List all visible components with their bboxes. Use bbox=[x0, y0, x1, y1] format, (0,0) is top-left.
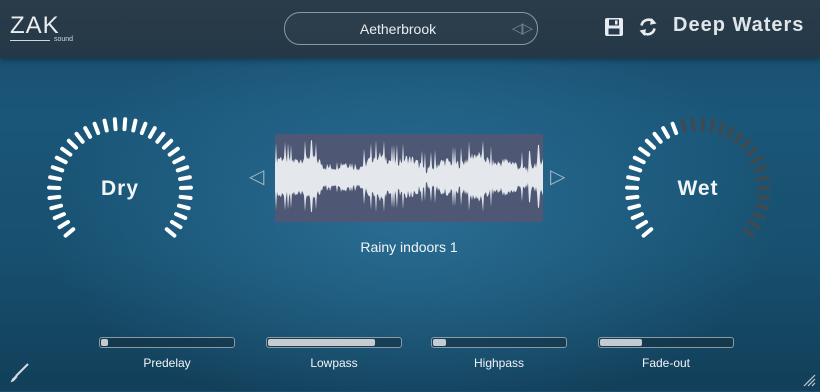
slider-fill bbox=[268, 339, 375, 346]
top-bar: ZAK sound Aetherbrook ◁▷ Deep Waters bbox=[0, 0, 820, 58]
brush-icon[interactable] bbox=[8, 362, 30, 384]
sample-next-icon[interactable]: ▷ bbox=[550, 164, 565, 189]
knob-tick bbox=[77, 134, 83, 142]
knob-tick bbox=[167, 229, 175, 235]
product-title: Deep Waters bbox=[673, 14, 804, 37]
slider-fill bbox=[101, 339, 108, 346]
preset-selector[interactable]: Aetherbrook ◁▷ bbox=[284, 12, 538, 45]
knob-tick bbox=[673, 124, 677, 133]
knob-tick bbox=[164, 141, 171, 148]
resize-handle-icon[interactable] bbox=[800, 371, 816, 387]
highpass-label: Highpass bbox=[431, 356, 567, 370]
knob-tick bbox=[174, 158, 183, 163]
slider-track bbox=[598, 337, 734, 348]
knob-tick bbox=[640, 149, 648, 155]
knob-tick bbox=[133, 121, 135, 131]
knob-tick bbox=[172, 222, 181, 227]
knob-tick bbox=[178, 167, 187, 170]
logo-text: ZAK bbox=[10, 14, 60, 38]
predelay-label: Predelay bbox=[99, 356, 235, 370]
knob-tick bbox=[720, 124, 724, 133]
knob-tick bbox=[757, 206, 767, 209]
knob-tick bbox=[85, 128, 90, 137]
wet-knob[interactable]: Wet bbox=[623, 115, 773, 265]
save-icon[interactable] bbox=[603, 16, 625, 38]
knob-tick bbox=[55, 214, 64, 218]
knob-tick bbox=[170, 149, 178, 155]
knob-tick bbox=[644, 229, 652, 235]
slider-fill bbox=[433, 339, 446, 346]
lowpass-label: Lowpass bbox=[266, 356, 402, 370]
knob-tick bbox=[655, 134, 661, 142]
lowpass-slider[interactable] bbox=[266, 337, 402, 347]
knob-tick bbox=[142, 124, 146, 133]
knob-tick bbox=[157, 134, 163, 142]
waveform-display bbox=[275, 134, 543, 222]
knob-tick bbox=[754, 214, 763, 218]
preset-name[interactable]: Aetherbrook bbox=[285, 21, 511, 37]
sample-name: Rainy indoors 1 bbox=[275, 239, 543, 255]
knob-tick bbox=[629, 206, 639, 209]
knob-tick bbox=[60, 222, 69, 227]
knob-tick bbox=[105, 121, 107, 131]
sample-prev-icon[interactable]: ◁ bbox=[249, 164, 264, 189]
knob-tick bbox=[124, 119, 125, 129]
waveform-graphic bbox=[275, 134, 543, 222]
knob-tick bbox=[179, 206, 189, 209]
knob-tick bbox=[69, 141, 76, 148]
dry-knob[interactable]: Dry bbox=[45, 115, 195, 265]
preset-next-icon[interactable]: ▷ bbox=[521, 20, 531, 37]
knob-tick bbox=[728, 128, 733, 137]
knob-tick bbox=[663, 128, 668, 137]
knob-tick bbox=[647, 141, 654, 148]
knob-tick bbox=[748, 149, 756, 155]
slider-track bbox=[266, 337, 402, 348]
knob-tick bbox=[745, 229, 753, 235]
preset-nav: ◁▷ bbox=[512, 19, 531, 37]
predelay-slider[interactable] bbox=[99, 337, 235, 347]
knob-tick bbox=[711, 121, 713, 131]
knob-tick bbox=[735, 134, 741, 142]
knob-tick bbox=[66, 229, 74, 235]
knob-tick bbox=[638, 222, 647, 227]
wet-knob-label: Wet bbox=[623, 177, 773, 201]
knob-tick bbox=[57, 158, 66, 163]
slider-track bbox=[99, 337, 235, 348]
knob-tick bbox=[742, 141, 749, 148]
slider-track bbox=[431, 337, 567, 348]
knob-tick bbox=[51, 206, 61, 209]
knob-tick bbox=[176, 214, 185, 218]
fade-out-slider[interactable] bbox=[598, 337, 734, 347]
dry-knob-label: Dry bbox=[45, 177, 195, 201]
knob-tick bbox=[693, 119, 694, 129]
knob-tick bbox=[750, 222, 759, 227]
knob-tick bbox=[702, 119, 703, 129]
highpass-slider[interactable] bbox=[431, 337, 567, 347]
logo-underline bbox=[10, 40, 50, 41]
knob-tick bbox=[683, 121, 685, 131]
knob-tick bbox=[635, 158, 644, 163]
refresh-icon[interactable] bbox=[637, 16, 659, 38]
fade-out-label: Fade-out bbox=[598, 356, 734, 370]
knob-tick bbox=[150, 128, 155, 137]
knob-tick bbox=[631, 167, 640, 170]
knob-tick bbox=[115, 119, 116, 129]
logo-subtext: sound bbox=[54, 36, 73, 43]
knob-tick bbox=[62, 149, 70, 155]
knob-tick bbox=[752, 158, 761, 163]
slider-fill bbox=[600, 339, 642, 346]
knob-tick bbox=[633, 214, 642, 218]
knob-tick bbox=[756, 167, 765, 170]
zak-sound-logo: ZAK sound bbox=[10, 14, 60, 38]
knob-tick bbox=[95, 124, 99, 133]
knob-tick bbox=[53, 167, 62, 170]
